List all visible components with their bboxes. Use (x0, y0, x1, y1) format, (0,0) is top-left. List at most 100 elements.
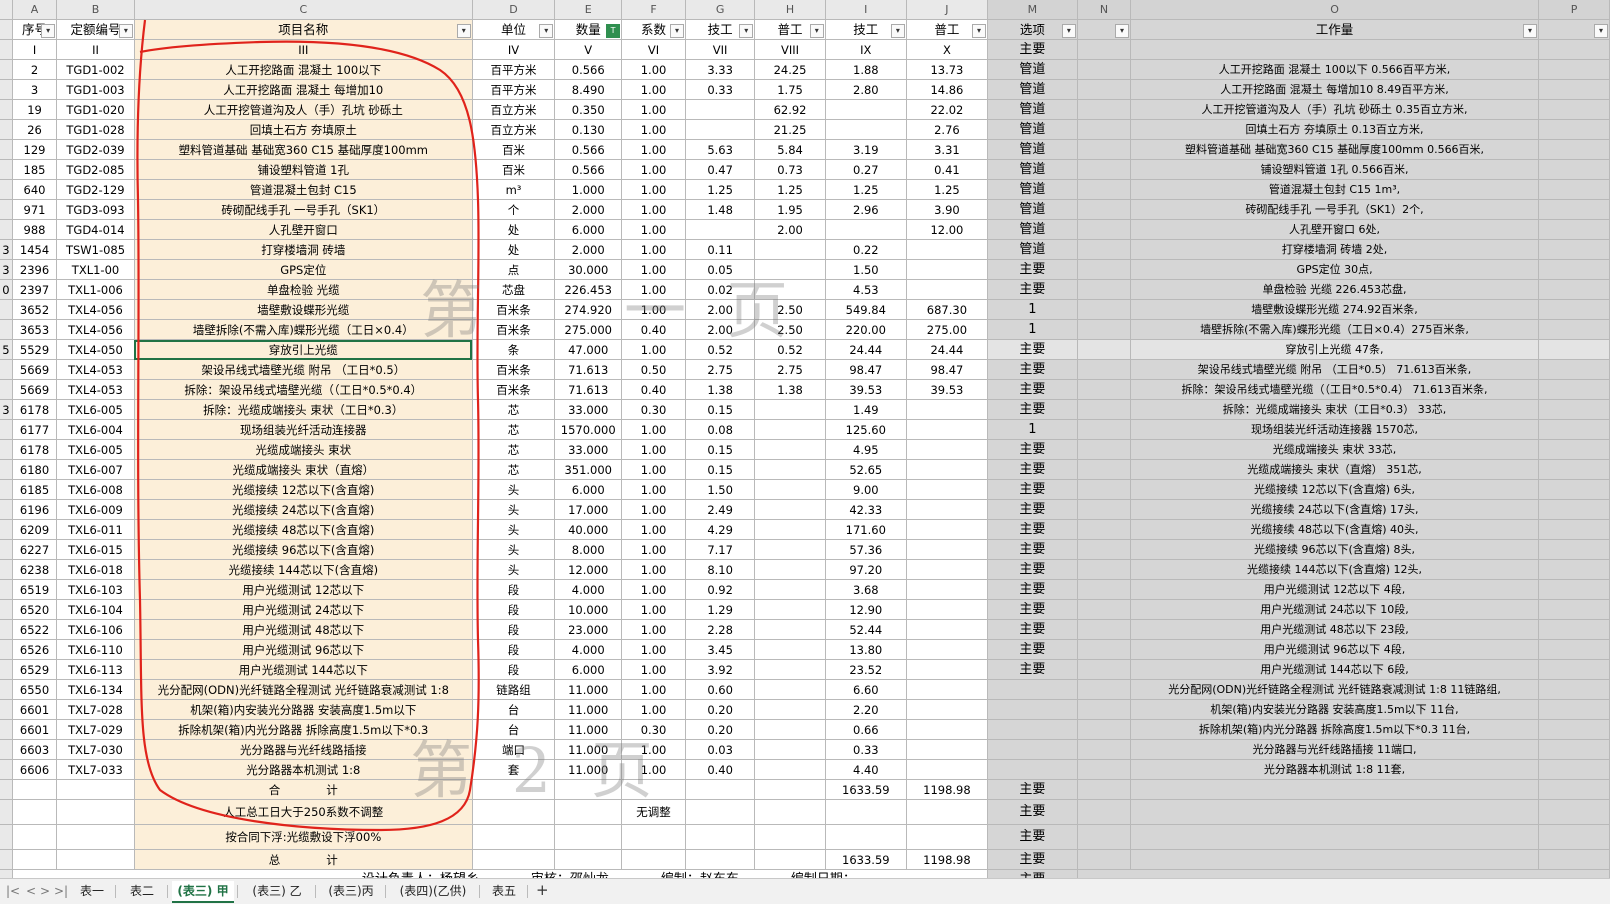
adjust-note[interactable]: 人工总工日大于250系数不调整 (134, 799, 473, 825)
general-unit-cell[interactable]: 1.38 (754, 379, 826, 400)
seq-cell[interactable]: 6180 (12, 459, 58, 480)
item-name-cell[interactable]: 用户光缆测试 96芯以下 (134, 639, 473, 660)
column-letter-G[interactable]: G (685, 0, 756, 20)
coefficient-cell[interactable]: 1.00 (621, 459, 686, 480)
tech-total-cell[interactable]: 52.65 (825, 459, 907, 480)
summary-cell[interactable] (621, 824, 686, 850)
quantity-cell[interactable]: 351.000 (554, 459, 623, 480)
tech-total-cell[interactable]: 4.40 (825, 759, 907, 780)
blank-cell[interactable] (1077, 719, 1132, 740)
tech-total-cell[interactable]: 1.25 (825, 179, 907, 200)
general-unit-cell[interactable]: 1.25 (754, 179, 826, 200)
general-total-cell[interactable] (906, 519, 988, 540)
item-name-cell[interactable]: 光缆接续 96芯以下(含直熔) (134, 539, 473, 560)
code-cell[interactable]: TXL7-029 (56, 719, 135, 740)
unit-cell[interactable]: 百平方米 (472, 59, 556, 80)
summary-cell[interactable] (685, 824, 756, 850)
summary-cell[interactable] (554, 799, 623, 825)
roman-cell[interactable]: 主要 (987, 39, 1078, 60)
general-unit-cell[interactable] (754, 239, 826, 260)
item-name-cell[interactable]: 光分路器与光纤线路插接 (134, 739, 473, 760)
summary-cell[interactable] (754, 849, 826, 870)
blank-cell[interactable] (1077, 499, 1132, 520)
summary-cell[interactable] (56, 799, 135, 825)
seq-cell[interactable]: 6238 (12, 559, 58, 580)
quantity-cell[interactable]: 30.000 (554, 259, 623, 280)
column-letter-D[interactable]: D (472, 0, 556, 20)
unit-cell[interactable]: 台 (472, 699, 556, 720)
roman-cell[interactable]: II (56, 39, 135, 60)
blank-cell[interactable] (1077, 659, 1132, 680)
summary-cell[interactable] (1538, 779, 1610, 800)
quantity-cell[interactable]: 17.000 (554, 499, 623, 520)
blank-cell[interactable] (1077, 579, 1132, 600)
code-cell[interactable]: TXL6-103 (56, 579, 135, 600)
sheet-tab[interactable]: 表二 (120, 881, 164, 901)
option-cell[interactable]: 管道 (987, 219, 1078, 240)
tech-total-cell[interactable]: 3.68 (825, 579, 907, 600)
blank-cell[interactable] (1538, 399, 1610, 420)
row-number[interactable]: 3 (0, 239, 13, 260)
general-unit-cell[interactable]: 21.25 (754, 119, 826, 140)
summary-cell[interactable] (554, 824, 623, 850)
seq-cell[interactable]: 2 (12, 59, 58, 80)
roman-cell[interactable]: X (906, 39, 988, 60)
seq-cell[interactable]: 6550 (12, 679, 58, 700)
blank-cell[interactable] (1538, 179, 1610, 200)
code-cell[interactable]: TGD1-020 (56, 99, 135, 120)
quantity-cell[interactable]: 2.000 (554, 239, 623, 260)
filter-dropdown-icon[interactable]: ▾ (539, 24, 554, 38)
filter-dropdown-icon[interactable]: ▾ (739, 24, 754, 38)
blank-cell[interactable] (1538, 99, 1610, 120)
workload-cell[interactable]: 墙壁拆除(不需入库)蝶形光缆（工日×0.4）275百米条, (1130, 319, 1540, 340)
summary-cell[interactable] (1077, 824, 1132, 850)
tech-unit-cell[interactable]: 0.11 (685, 239, 756, 260)
tech-total-cell[interactable]: 0.33 (825, 739, 907, 760)
seq-cell[interactable]: 6177 (12, 419, 58, 440)
item-name-cell[interactable]: 打穿楼墙洞 砖墙 (134, 239, 473, 260)
unit-cell[interactable]: m³ (472, 179, 556, 200)
blank-cell[interactable] (1538, 59, 1610, 80)
workload-cell[interactable]: 穿放引上光缆 47条, (1130, 339, 1540, 360)
tech-unit-cell[interactable]: 1.50 (685, 479, 756, 500)
blank-cell[interactable] (1077, 319, 1132, 340)
option-cell[interactable]: 主要 (987, 539, 1078, 560)
unit-cell[interactable]: 段 (472, 659, 556, 680)
code-cell[interactable]: TGD1-002 (56, 59, 135, 80)
blank-cell[interactable] (1077, 199, 1132, 220)
general-total-cell[interactable] (906, 459, 988, 480)
seq-cell[interactable]: 2396 (12, 259, 58, 280)
blank-cell[interactable] (1538, 659, 1610, 680)
code-cell[interactable]: TGD1-003 (56, 79, 135, 100)
workload-cell[interactable]: 用户光缆测试 12芯以下 4段, (1130, 579, 1540, 600)
tech-unit-cell[interactable]: 3.45 (685, 639, 756, 660)
last-sheet-nav-icon[interactable]: >| (54, 884, 68, 898)
seq-cell[interactable]: 6209 (12, 519, 58, 540)
summary-cell[interactable] (1538, 799, 1610, 825)
roman-cell[interactable] (1538, 39, 1610, 60)
blank-cell[interactable] (1538, 699, 1610, 720)
workload-cell[interactable]: 光缆接续 96芯以下(含直熔) 8头, (1130, 539, 1540, 560)
unit-cell[interactable]: 芯盘 (472, 279, 556, 300)
tech-total-cell[interactable] (825, 219, 907, 240)
tech-total-cell[interactable]: 23.52 (825, 659, 907, 680)
item-name-cell[interactable]: 穿放引上光缆 (134, 339, 473, 360)
quantity-cell[interactable]: 11.000 (554, 719, 623, 740)
row-number[interactable] (0, 319, 13, 340)
blank-cell[interactable] (1077, 539, 1132, 560)
coefficient-cell[interactable]: 1.00 (621, 419, 686, 440)
summary-cell[interactable] (1130, 824, 1540, 850)
filter-dropdown-icon[interactable]: ▾ (41, 24, 56, 38)
column-letter-M[interactable]: M (987, 0, 1078, 20)
row-number[interactable]: 5 (0, 339, 13, 360)
unit-cell[interactable]: 百米条 (472, 319, 556, 340)
blank-cell[interactable] (1538, 719, 1610, 740)
blank-cell[interactable] (1538, 599, 1610, 620)
quantity-cell[interactable]: 40.000 (554, 519, 623, 540)
general-unit-cell[interactable] (754, 739, 826, 760)
option-cell[interactable]: 主要 (987, 639, 1078, 660)
workload-cell[interactable]: 拆除：架设吊线式墙壁光缆（（工日*0.5*0.4） 71.613百米条, (1130, 379, 1540, 400)
tech-total-cell[interactable]: 42.33 (825, 499, 907, 520)
row-number[interactable] (0, 159, 13, 180)
unit-cell[interactable]: 百米 (472, 159, 556, 180)
